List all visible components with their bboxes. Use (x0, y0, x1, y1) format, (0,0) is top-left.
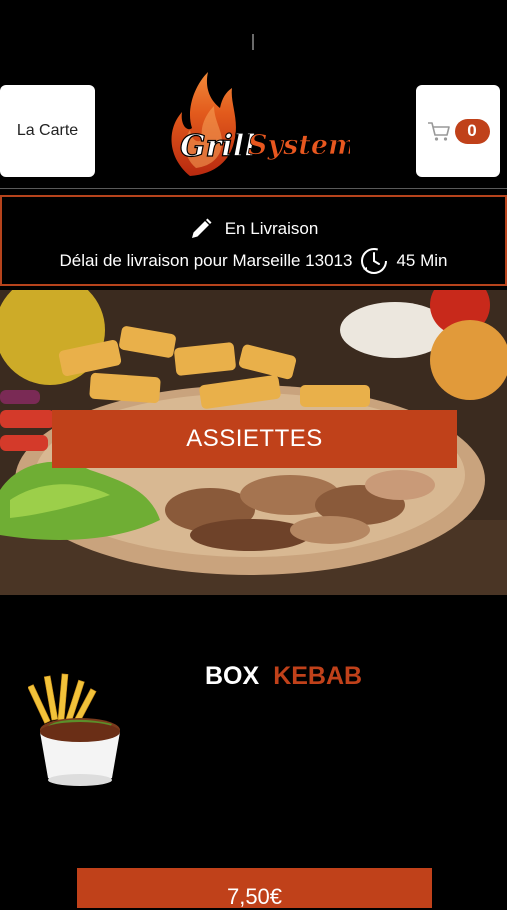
delivery-delay-value: 45 Min (396, 251, 448, 270)
status-indicator (252, 34, 254, 50)
grill-system-logo: Grill System (171, 72, 350, 176)
cart-icon (427, 122, 450, 141)
cart-button[interactable]: 0 (416, 85, 500, 177)
delivery-info-panel[interactable]: En Livraison Délai de livraison pour Mar… (0, 195, 507, 286)
delivery-delay-label: Délai de livraison pour Marseille 13013 (59, 251, 353, 270)
menu-carte-button[interactable]: La Carte (0, 85, 95, 177)
app-header: La Carte Grill System 0 (0, 72, 507, 180)
box-kebab-image[interactable] (28, 668, 128, 790)
cart-count-badge: 0 (454, 118, 490, 144)
product-price-button[interactable]: 7,50€ (77, 868, 432, 909)
product-name-part1: BOX (205, 662, 260, 690)
header-divider (0, 188, 507, 189)
category-hero-image[interactable]: ASSIETTES (0, 290, 507, 595)
logo-text-grill: Grill (180, 129, 256, 164)
product-title: BOX KEBAB (205, 662, 362, 691)
logo-text-system: System (248, 130, 350, 161)
delivery-mode-label: En Livraison (224, 219, 319, 238)
product-name-part2: KEBAB (273, 662, 363, 690)
pencil-icon[interactable] (189, 217, 213, 241)
clock-icon (361, 248, 388, 274)
category-button-assiettes[interactable]: ASSIETTES (52, 410, 457, 468)
